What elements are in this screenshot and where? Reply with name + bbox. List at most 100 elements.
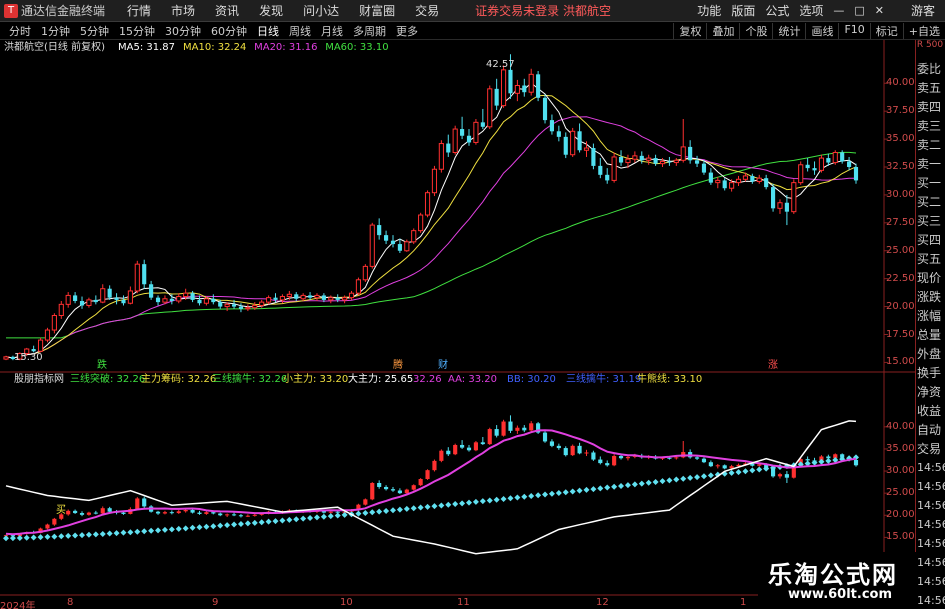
ind-candle (529, 423, 534, 431)
sidebar-item-19[interactable]: 自动 (915, 421, 945, 439)
menu-item-1[interactable]: 市场 (161, 2, 205, 19)
period-tab-5[interactable]: 60分钟 (206, 23, 252, 39)
ind-candle (79, 513, 85, 515)
close-icon[interactable]: ✕ (870, 4, 889, 17)
sidebar-item-28[interactable]: 14:56 (915, 592, 945, 609)
period-tab-3[interactable]: 15分钟 (114, 23, 160, 39)
bull-bear-marker (417, 504, 424, 511)
sidebar-item-5[interactable]: 卖一 (915, 155, 945, 173)
sidebar-item-13[interactable]: 涨幅 (915, 307, 945, 325)
candle (431, 168, 438, 194)
sidebar-item-4[interactable]: 卖二 (915, 136, 945, 154)
ind-ytick-label: 35.00 (886, 442, 915, 454)
sidebar-item-11[interactable]: 现价 (915, 269, 945, 287)
menu-item-6[interactable]: 交易 (405, 2, 449, 19)
period-tab-10[interactable]: 更多 (391, 23, 423, 39)
sidebar-item-10[interactable]: 买五 (915, 250, 945, 268)
sidebar-item-15[interactable]: 外盘 (915, 345, 945, 363)
period-tab-7[interactable]: 周线 (284, 23, 316, 39)
sidebar-item-20[interactable]: 交易 (915, 440, 945, 458)
period-tab-1[interactable]: 1分钟 (36, 23, 75, 39)
bull-bear-marker (818, 458, 825, 465)
tool-item-0[interactable]: 复权 (673, 22, 706, 39)
bull-bear-marker (44, 533, 51, 540)
tool-item-1[interactable]: 叠加 (706, 22, 739, 39)
sidebar-top-badge: R 500 (916, 40, 944, 50)
sidebar-item-24[interactable]: 14:56 (915, 516, 945, 534)
menu-item-4[interactable]: 问小达 (293, 2, 349, 19)
sidebar-item-3[interactable]: 卖三 (915, 117, 945, 135)
sidebar-item-21[interactable]: 14:56 (915, 459, 945, 477)
main-ytick-label: 27.50 (886, 216, 915, 228)
promo-text[interactable]: 证券交易未登录 洪都航空 (475, 2, 611, 19)
ind-candle (169, 512, 174, 514)
aa-line (5, 429, 857, 536)
candle (750, 175, 755, 182)
candle (31, 349, 36, 352)
tool-item-5[interactable]: F10 (838, 22, 869, 39)
ind-candle (155, 511, 161, 514)
sidebar-item-8[interactable]: 买三 (915, 212, 945, 230)
kline-chart[interactable] (0, 40, 915, 609)
tool-item-4[interactable]: 画线 (805, 22, 838, 39)
candle (424, 192, 431, 216)
indicator-legend-0: 三线突破: 32.26 (70, 374, 146, 385)
sidebar-item-9[interactable]: 买四 (915, 231, 945, 249)
menu-item-5[interactable]: 财富圈 (349, 2, 405, 19)
indicator-legend-9: 牛熊线: 33.10 (637, 374, 703, 385)
sidebar-item-6[interactable]: 买一 (915, 174, 945, 192)
tool-item-3[interactable]: 统计 (772, 22, 805, 39)
ind-candle (805, 459, 810, 461)
guest-login[interactable]: 游客 (889, 2, 945, 19)
candle (197, 299, 202, 304)
candle (500, 69, 507, 107)
candle (224, 303, 230, 308)
indicator-name: 股朋指标网 (14, 374, 64, 385)
bull-bear-marker (624, 482, 631, 489)
sidebar-item-18[interactable]: 收益 (915, 402, 945, 420)
sidebar-item-27[interactable]: 14:56 (915, 573, 945, 591)
period-tab-6[interactable]: 日线 (252, 23, 284, 39)
sidebar-item-2[interactable]: 卖四 (915, 98, 945, 116)
maximize-icon[interactable]: □ (849, 4, 869, 17)
menu-item-3[interactable]: 发现 (249, 2, 293, 19)
candle (3, 356, 9, 360)
bull-bear-marker (113, 530, 120, 537)
right-menu-item-3[interactable]: 选项 (794, 2, 828, 19)
right-menu-item-0[interactable]: 功能 (692, 2, 726, 19)
sidebar-item-22[interactable]: 14:56 (915, 478, 945, 496)
minimize-icon[interactable]: — (828, 4, 849, 17)
candle (58, 303, 64, 317)
menu-item-0[interactable]: 行情 (117, 2, 161, 19)
sidebar-item-7[interactable]: 买二 (915, 193, 945, 211)
sidebar-item-16[interactable]: 换手 (915, 364, 945, 382)
sidebar-item-17[interactable]: 净资 (915, 383, 945, 401)
sidebar-item-12[interactable]: 涨跌 (915, 288, 945, 306)
period-tab-9[interactable]: 多周期 (348, 23, 391, 39)
sidebar-item-14[interactable]: 总量 (915, 326, 945, 344)
bull-bear-marker (313, 514, 320, 521)
period-tab-2[interactable]: 5分钟 (75, 23, 114, 39)
sidebar-item-23[interactable]: 14:56 (915, 497, 945, 515)
bull-bear-marker (604, 484, 611, 491)
menu-item-2[interactable]: 资讯 (205, 2, 249, 19)
ind-candle (715, 465, 720, 467)
period-tab-4[interactable]: 30分钟 (160, 23, 206, 39)
bull-bear-marker (175, 525, 182, 532)
candle (362, 265, 368, 281)
main-legend-1: MA10: 32.24 (183, 42, 247, 53)
right-menu-item-2[interactable]: 公式 (760, 2, 794, 19)
tool-item-2[interactable]: 个股 (739, 22, 772, 39)
sidebar-item-25[interactable]: 14:56 (915, 535, 945, 553)
ind-candle (183, 509, 188, 512)
right-menu-item-1[interactable]: 版面 (726, 2, 760, 19)
tool-item-7[interactable]: +自选 (902, 22, 945, 39)
tool-item-6[interactable]: 标记 (869, 22, 903, 39)
bull-bear-marker (410, 505, 417, 512)
period-tab-0[interactable]: 分时 (4, 23, 36, 39)
sidebar-item-26[interactable]: 14:56 (915, 554, 945, 572)
period-tab-8[interactable]: 月线 (316, 23, 348, 39)
sidebar-item-1[interactable]: 卖五 (915, 79, 945, 97)
bull-bear-marker (182, 525, 189, 532)
sidebar-item-0[interactable]: 委比 (915, 60, 945, 78)
